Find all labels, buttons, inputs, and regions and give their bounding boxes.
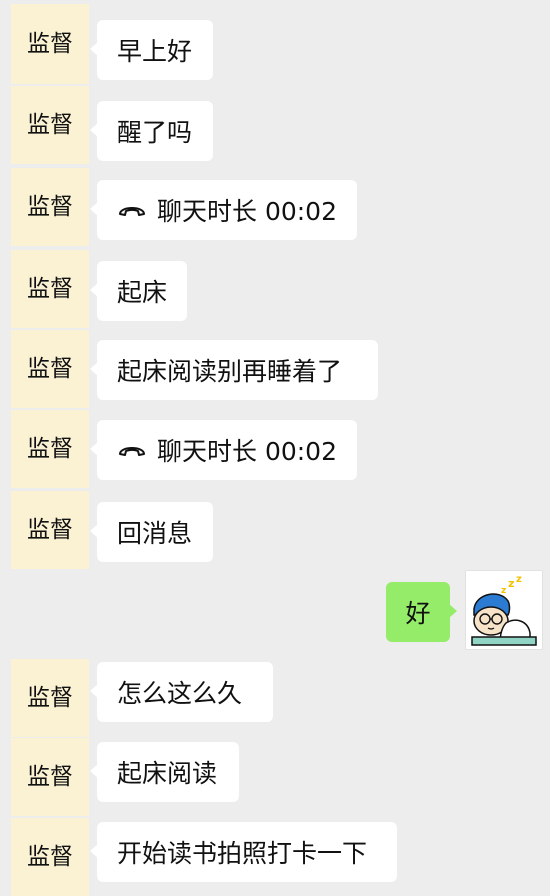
my-message-bubble[interactable]: 好 <box>386 582 457 642</box>
contact-avatar[interactable]: 监督 <box>11 659 89 737</box>
phone-hangup-icon <box>117 200 147 220</box>
sleeping-cartoon-avatar-icon[interactable]: z z z <box>465 570 543 650</box>
message-bubble[interactable]: 开始读书拍照打卡一下 <box>90 822 397 882</box>
message-bubble[interactable]: 起床阅读 <box>90 742 239 802</box>
contact-avatar[interactable]: 监督 <box>11 250 89 328</box>
message-bubble[interactable]: 早上好 <box>90 20 213 80</box>
message-bubble[interactable]: 回消息 <box>90 502 213 562</box>
message-bubble[interactable]: 醒了吗 <box>90 101 213 161</box>
contact-avatar[interactable]: 监督 <box>11 818 89 896</box>
contact-avatar[interactable]: 监督 <box>11 4 89 84</box>
contact-avatar[interactable]: 监督 <box>11 738 89 816</box>
svg-text:z: z <box>516 574 522 585</box>
message-bubble[interactable]: 怎么这么久 <box>90 662 273 722</box>
contact-avatar[interactable]: 监督 <box>11 86 89 164</box>
phone-hangup-icon <box>117 440 147 460</box>
svg-text:z: z <box>508 577 514 590</box>
contact-avatar[interactable]: 监督 <box>11 168 89 246</box>
call-record-bubble[interactable]: 聊天时长 00:02 <box>90 420 357 480</box>
contact-avatar[interactable]: 监督 <box>11 410 89 488</box>
call-record-bubble[interactable]: 聊天时长 00:02 <box>90 180 357 240</box>
contact-avatar[interactable]: 监督 <box>11 330 89 408</box>
message-bubble[interactable]: 起床 <box>90 261 187 321</box>
svg-text:z: z <box>501 586 506 596</box>
contact-avatar[interactable]: 监督 <box>11 491 89 569</box>
message-bubble[interactable]: 起床阅读别再睡着了 <box>90 340 378 400</box>
